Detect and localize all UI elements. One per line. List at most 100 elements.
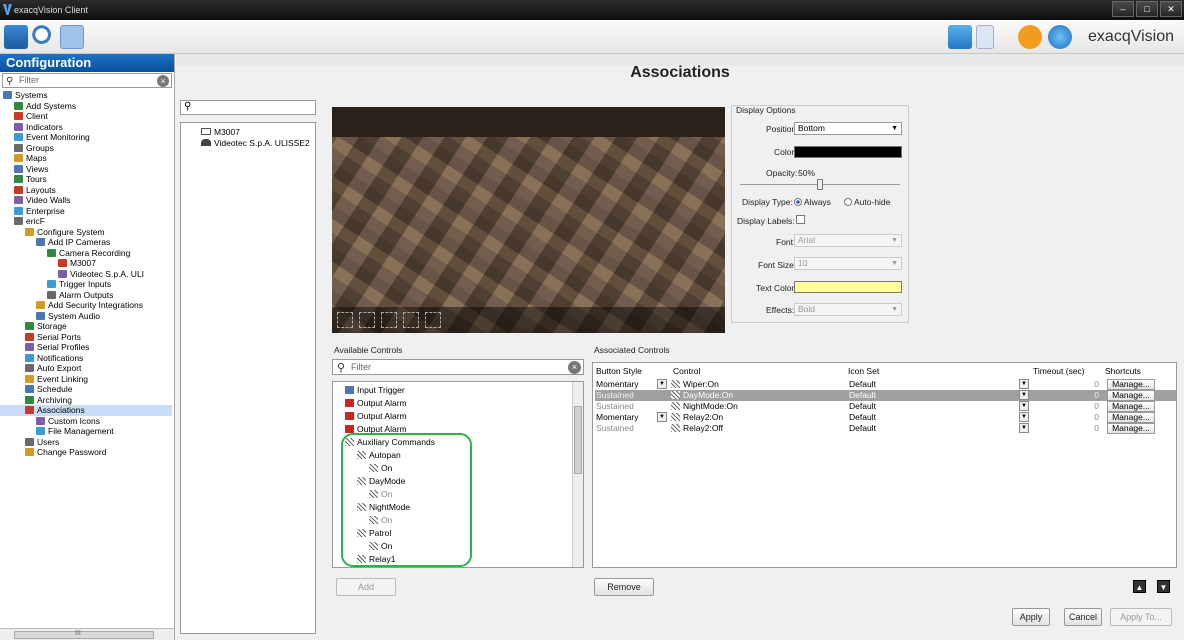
- manage-shortcuts-button[interactable]: Manage...: [1107, 379, 1155, 390]
- available-control-item[interactable]: Input Trigger: [345, 385, 405, 395]
- help-icon[interactable]: [1048, 25, 1072, 49]
- camera-search-input[interactable]: ⚲: [180, 100, 316, 115]
- apply-button[interactable]: Apply: [1012, 608, 1050, 626]
- available-controls-scrollbar[interactable]: [572, 382, 583, 567]
- sidebar-horizontal-scrollbar[interactable]: III: [0, 628, 174, 640]
- sidebar-item[interactable]: Event Linking: [0, 374, 172, 385]
- remove-button[interactable]: Remove: [594, 578, 654, 596]
- sidebar-item[interactable]: Views: [0, 164, 172, 175]
- sidebar-item[interactable]: Add Security Integrations: [0, 300, 172, 311]
- table-row[interactable]: Momentary ▼ Relay2:On Default ▼ 0 Manage...: [595, 412, 1176, 423]
- manage-shortcuts-button[interactable]: Manage...: [1107, 412, 1155, 423]
- sidebar-item[interactable]: Client: [0, 111, 172, 122]
- column-header-shortcuts[interactable]: Shortcuts: [1105, 366, 1141, 376]
- sidebar-item[interactable]: Systems: [0, 90, 172, 101]
- camera-list-item[interactable]: M3007: [201, 127, 240, 137]
- sidebar-item[interactable]: Maps: [0, 153, 172, 164]
- sidebar-item[interactable]: Groups: [0, 143, 172, 154]
- column-header-icon-set[interactable]: Icon Set: [848, 366, 879, 376]
- search-icon[interactable]: [32, 25, 56, 49]
- sidebar-item[interactable]: Event Monitoring: [0, 132, 172, 143]
- alert-icon[interactable]: [1018, 25, 1042, 49]
- color-swatch[interactable]: [794, 146, 902, 158]
- available-controls-filter-input[interactable]: ⚲ Filter ×: [332, 359, 584, 375]
- table-row[interactable]: Momentary ▼ Wiper:On Default ▼ 0 Manage...: [595, 379, 1176, 390]
- manage-shortcuts-button[interactable]: Manage...: [1107, 401, 1155, 412]
- sidebar-item[interactable]: ericF: [0, 216, 172, 227]
- sidebar-item[interactable]: System Audio: [0, 311, 172, 322]
- control-cell: NightMode:On: [683, 401, 738, 411]
- table-row[interactable]: Sustained NightMode:On Default ▼ 0 Manage...: [595, 401, 1176, 412]
- sidebar-item[interactable]: Add IP Cameras: [0, 237, 172, 248]
- cancel-button[interactable]: Cancel: [1064, 608, 1102, 626]
- sidebar-item[interactable]: Trigger Inputs: [0, 279, 172, 290]
- setup-icon[interactable]: [60, 25, 84, 49]
- chevron-down-icon[interactable]: ▼: [657, 412, 667, 422]
- effects-select[interactable]: Bold ▼: [794, 303, 902, 316]
- sidebar-item[interactable]: Archiving: [0, 395, 172, 406]
- sidebar-item[interactable]: Serial Ports: [0, 332, 172, 343]
- available-control-item[interactable]: Output Alarm: [345, 411, 407, 421]
- minimize-icon[interactable]: –: [1112, 1, 1134, 17]
- sidebar-item[interactable]: Serial Profiles: [0, 342, 172, 353]
- display-type-always-radio[interactable]: Always: [794, 197, 831, 207]
- close-icon[interactable]: ✕: [1160, 1, 1182, 17]
- display-labels-checkbox[interactable]: [796, 215, 805, 224]
- chevron-down-icon[interactable]: ▼: [657, 379, 667, 389]
- sidebar-item[interactable]: M3007: [0, 258, 172, 269]
- position-select[interactable]: Bottom ▼: [794, 122, 902, 135]
- layout-icon[interactable]: [976, 25, 994, 49]
- sidebar-item[interactable]: Storage: [0, 321, 172, 332]
- font-size-select[interactable]: 10 ▼: [794, 257, 902, 270]
- sidebar-item[interactable]: File Management: [0, 426, 172, 437]
- sidebar-filter-input[interactable]: ⚲ Filter ×: [2, 73, 172, 88]
- sidebar-item[interactable]: Notifications: [0, 353, 172, 364]
- fullscreen-icon[interactable]: [948, 25, 972, 49]
- sidebar-item[interactable]: Add Systems: [0, 101, 172, 112]
- live-view-icon[interactable]: [4, 25, 28, 49]
- camera-list-item[interactable]: Videotec S.p.A. ULISSE2: [201, 138, 310, 148]
- manage-shortcuts-button[interactable]: Manage...: [1107, 390, 1155, 401]
- scrollbar-thumb[interactable]: [574, 406, 582, 474]
- table-row[interactable]: Sustained Relay2:Off Default ▼ 0 Manage...: [595, 423, 1176, 434]
- column-header-control[interactable]: Control: [673, 366, 700, 376]
- sidebar-item[interactable]: Alarm Outputs: [0, 290, 172, 301]
- sidebar-item[interactable]: Enterprise: [0, 206, 172, 217]
- maximize-icon[interactable]: □: [1136, 1, 1158, 17]
- sidebar-item[interactable]: Video Walls: [0, 195, 172, 206]
- table-row[interactable]: Sustained DayMode:On Default ▼ 0 Manage...: [595, 390, 1176, 401]
- clear-filter-icon[interactable]: ×: [157, 75, 169, 87]
- chevron-down-icon[interactable]: ▼: [1019, 390, 1029, 400]
- scrollbar-thumb[interactable]: III: [14, 630, 154, 639]
- sidebar-item[interactable]: Custom Icons: [0, 416, 172, 427]
- sidebar-item[interactable]: Schedule: [0, 384, 172, 395]
- sidebar-item[interactable]: Layouts: [0, 185, 172, 196]
- move-up-icon[interactable]: ▲: [1133, 580, 1146, 593]
- sidebar-item[interactable]: Videotec S.p.A. ULI: [0, 269, 172, 280]
- add-button[interactable]: Add: [336, 578, 396, 596]
- clear-filter-icon[interactable]: ×: [568, 361, 581, 374]
- chevron-down-icon[interactable]: ▼: [1019, 412, 1029, 422]
- text-color-swatch[interactable]: [794, 281, 902, 293]
- sidebar-item[interactable]: Users: [0, 437, 172, 448]
- apply-to-button[interactable]: Apply To...: [1110, 608, 1172, 626]
- sidebar-item[interactable]: Auto Export: [0, 363, 172, 374]
- sidebar-item[interactable]: Camera Recording: [0, 248, 172, 259]
- sidebar-item[interactable]: Change Password: [0, 447, 172, 458]
- sidebar-item[interactable]: Indicators: [0, 122, 172, 133]
- available-control-item[interactable]: Output Alarm: [345, 398, 407, 408]
- sidebar-item[interactable]: Configure System: [0, 227, 172, 238]
- column-header-timeout[interactable]: Timeout (sec): [1033, 366, 1085, 376]
- sidebar-item[interactable]: Tours: [0, 174, 172, 185]
- chevron-down-icon[interactable]: ▼: [1019, 423, 1029, 433]
- move-down-icon[interactable]: ▼: [1157, 580, 1170, 593]
- column-header-button-style[interactable]: Button Style: [596, 366, 642, 376]
- font-select[interactable]: Arial ▼: [794, 234, 902, 247]
- display-type-autohide-radio[interactable]: Auto-hide: [844, 197, 890, 207]
- chevron-down-icon[interactable]: ▼: [1019, 401, 1029, 411]
- opacity-slider-handle[interactable]: [817, 179, 823, 190]
- sidebar-item[interactable]: Associations: [0, 405, 172, 416]
- chevron-down-icon[interactable]: ▼: [1019, 379, 1029, 389]
- camera-video-preview[interactable]: [332, 107, 725, 333]
- manage-shortcuts-button[interactable]: Manage...: [1107, 423, 1155, 434]
